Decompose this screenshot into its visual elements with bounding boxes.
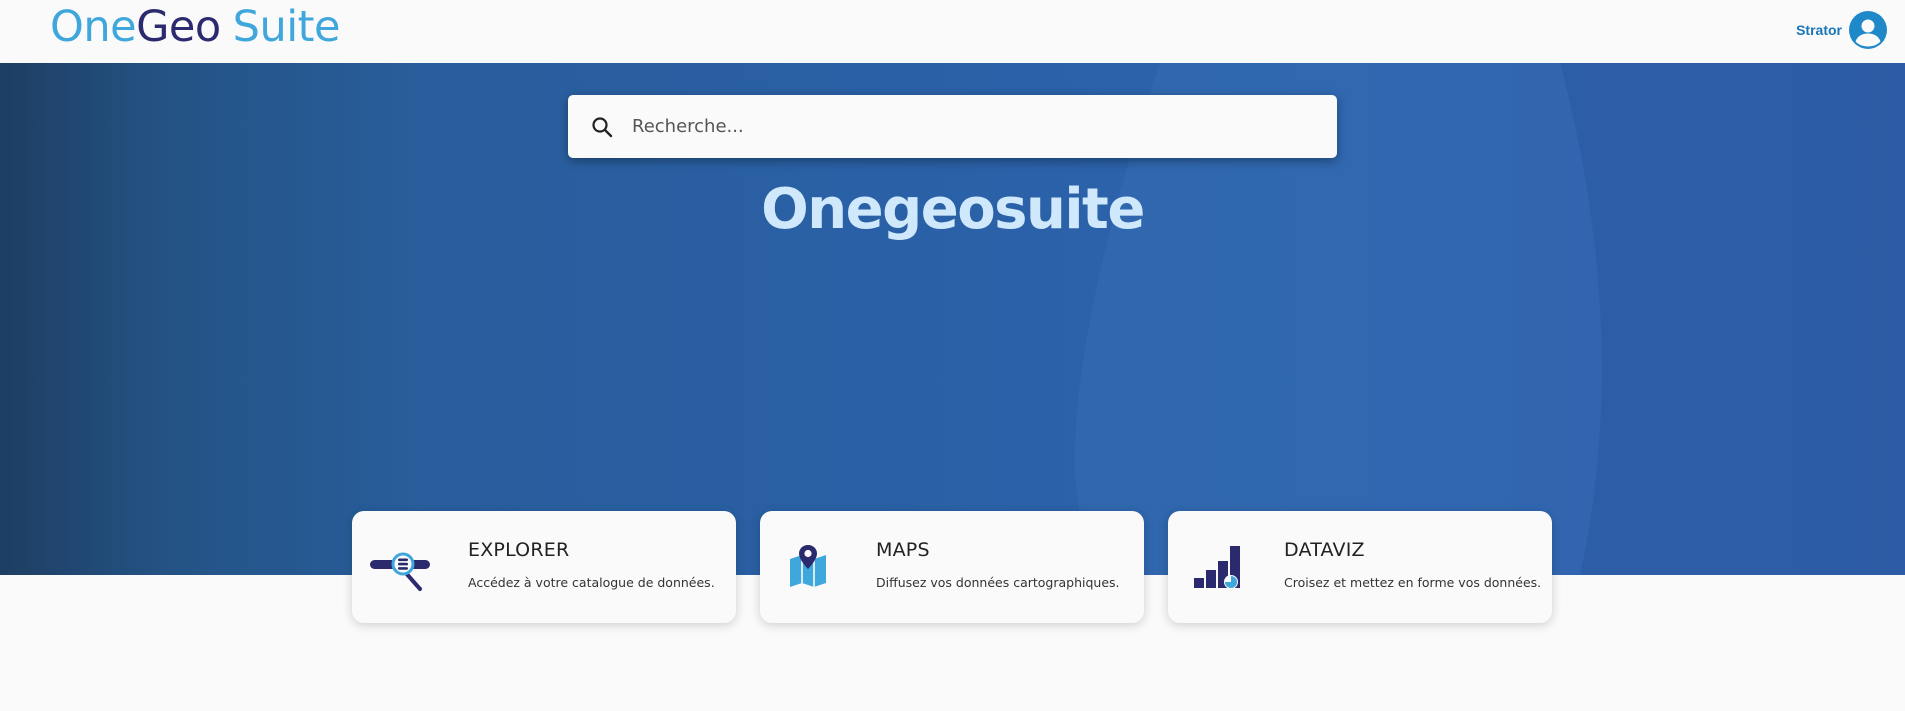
explorer-card-description: Accédez à votre catalogue de données.: [468, 574, 715, 590]
maps-card[interactable]: MAPS Diffusez vos données cartographique…: [760, 511, 1144, 623]
maps-card-description: Diffusez vos données cartographiques.: [876, 574, 1120, 590]
explorer-card-title: EXPLORER: [468, 538, 570, 561]
dataviz-card[interactable]: DATAVIZ Croisez et mettez en forme vos d…: [1168, 511, 1552, 623]
explorer-catalog-icon: [370, 552, 430, 591]
hero-title: Onegeosuite: [761, 177, 1145, 242]
account-circle-icon[interactable]: [1849, 10, 1887, 49]
hero-banner: Onegeosuite: [0, 63, 1905, 575]
onegeo-suite-logo[interactable]: OneGeo Suite: [50, 6, 340, 49]
user-menu[interactable]: Strator: [1796, 10, 1887, 49]
search-input[interactable]: [632, 106, 1312, 147]
search-icon[interactable]: [590, 115, 614, 139]
logo-part-suite: Suite: [232, 2, 341, 52]
dataviz-card-title: DATAVIZ: [1284, 538, 1365, 561]
module-cards: EXPLORER Accédez à votre catalogue de do…: [352, 511, 1552, 623]
search-bar[interactable]: [568, 95, 1337, 158]
map-pin-icon: [790, 545, 826, 587]
maps-card-title: MAPS: [876, 538, 930, 561]
explorer-card[interactable]: EXPLORER Accédez à votre catalogue de do…: [352, 511, 736, 623]
top-header: OneGeo Suite Strator: [0, 0, 1905, 63]
logo-part-one: One: [50, 2, 137, 52]
user-name: Strator: [1796, 21, 1842, 38]
bar-chart-icon: [1194, 546, 1240, 589]
dataviz-card-description: Croisez et mettez en forme vos données.: [1284, 574, 1542, 590]
logo-part-geo: Geo: [136, 2, 221, 52]
